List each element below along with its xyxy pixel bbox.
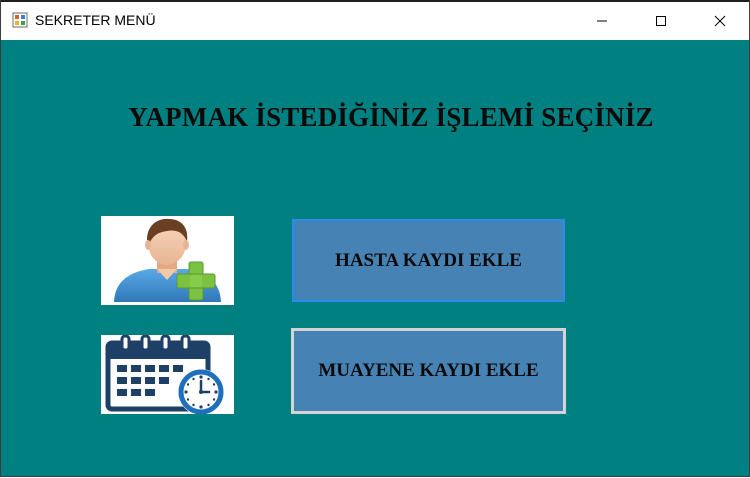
client-area: YAPMAK İSTEDİĞİNİZ İŞLEMİ SEÇİNİZ HASTA … bbox=[1, 40, 749, 476]
page-heading: YAPMAK İSTEDİĞİNİZ İŞLEMİ SEÇİNİZ bbox=[128, 102, 654, 132]
calendar-clock-icon bbox=[105, 335, 224, 414]
add-patient-record-button[interactable]: HASTA KAYDI EKLE bbox=[292, 219, 565, 302]
app-icon bbox=[12, 12, 28, 28]
close-button[interactable] bbox=[691, 2, 749, 40]
minimize-button[interactable] bbox=[573, 2, 631, 40]
window-title: SEKRETER MENÜ bbox=[35, 12, 156, 28]
app-window: SEKRETER MENÜ YAPMAK İSTEDİĞİNİZ İŞLEMİ … bbox=[0, 0, 750, 477]
add-examination-record-button[interactable]: MUAYENE KAYDI EKLE bbox=[291, 328, 566, 414]
calendar-clock-image bbox=[101, 335, 234, 414]
close-icon bbox=[714, 15, 726, 27]
maximize-icon bbox=[656, 16, 666, 26]
maximize-button[interactable] bbox=[632, 2, 690, 40]
add-user-icon bbox=[114, 218, 221, 302]
title-bar[interactable]: SEKRETER MENÜ bbox=[1, 0, 749, 40]
minimize-icon bbox=[597, 20, 607, 22]
add-user-image bbox=[101, 216, 234, 305]
